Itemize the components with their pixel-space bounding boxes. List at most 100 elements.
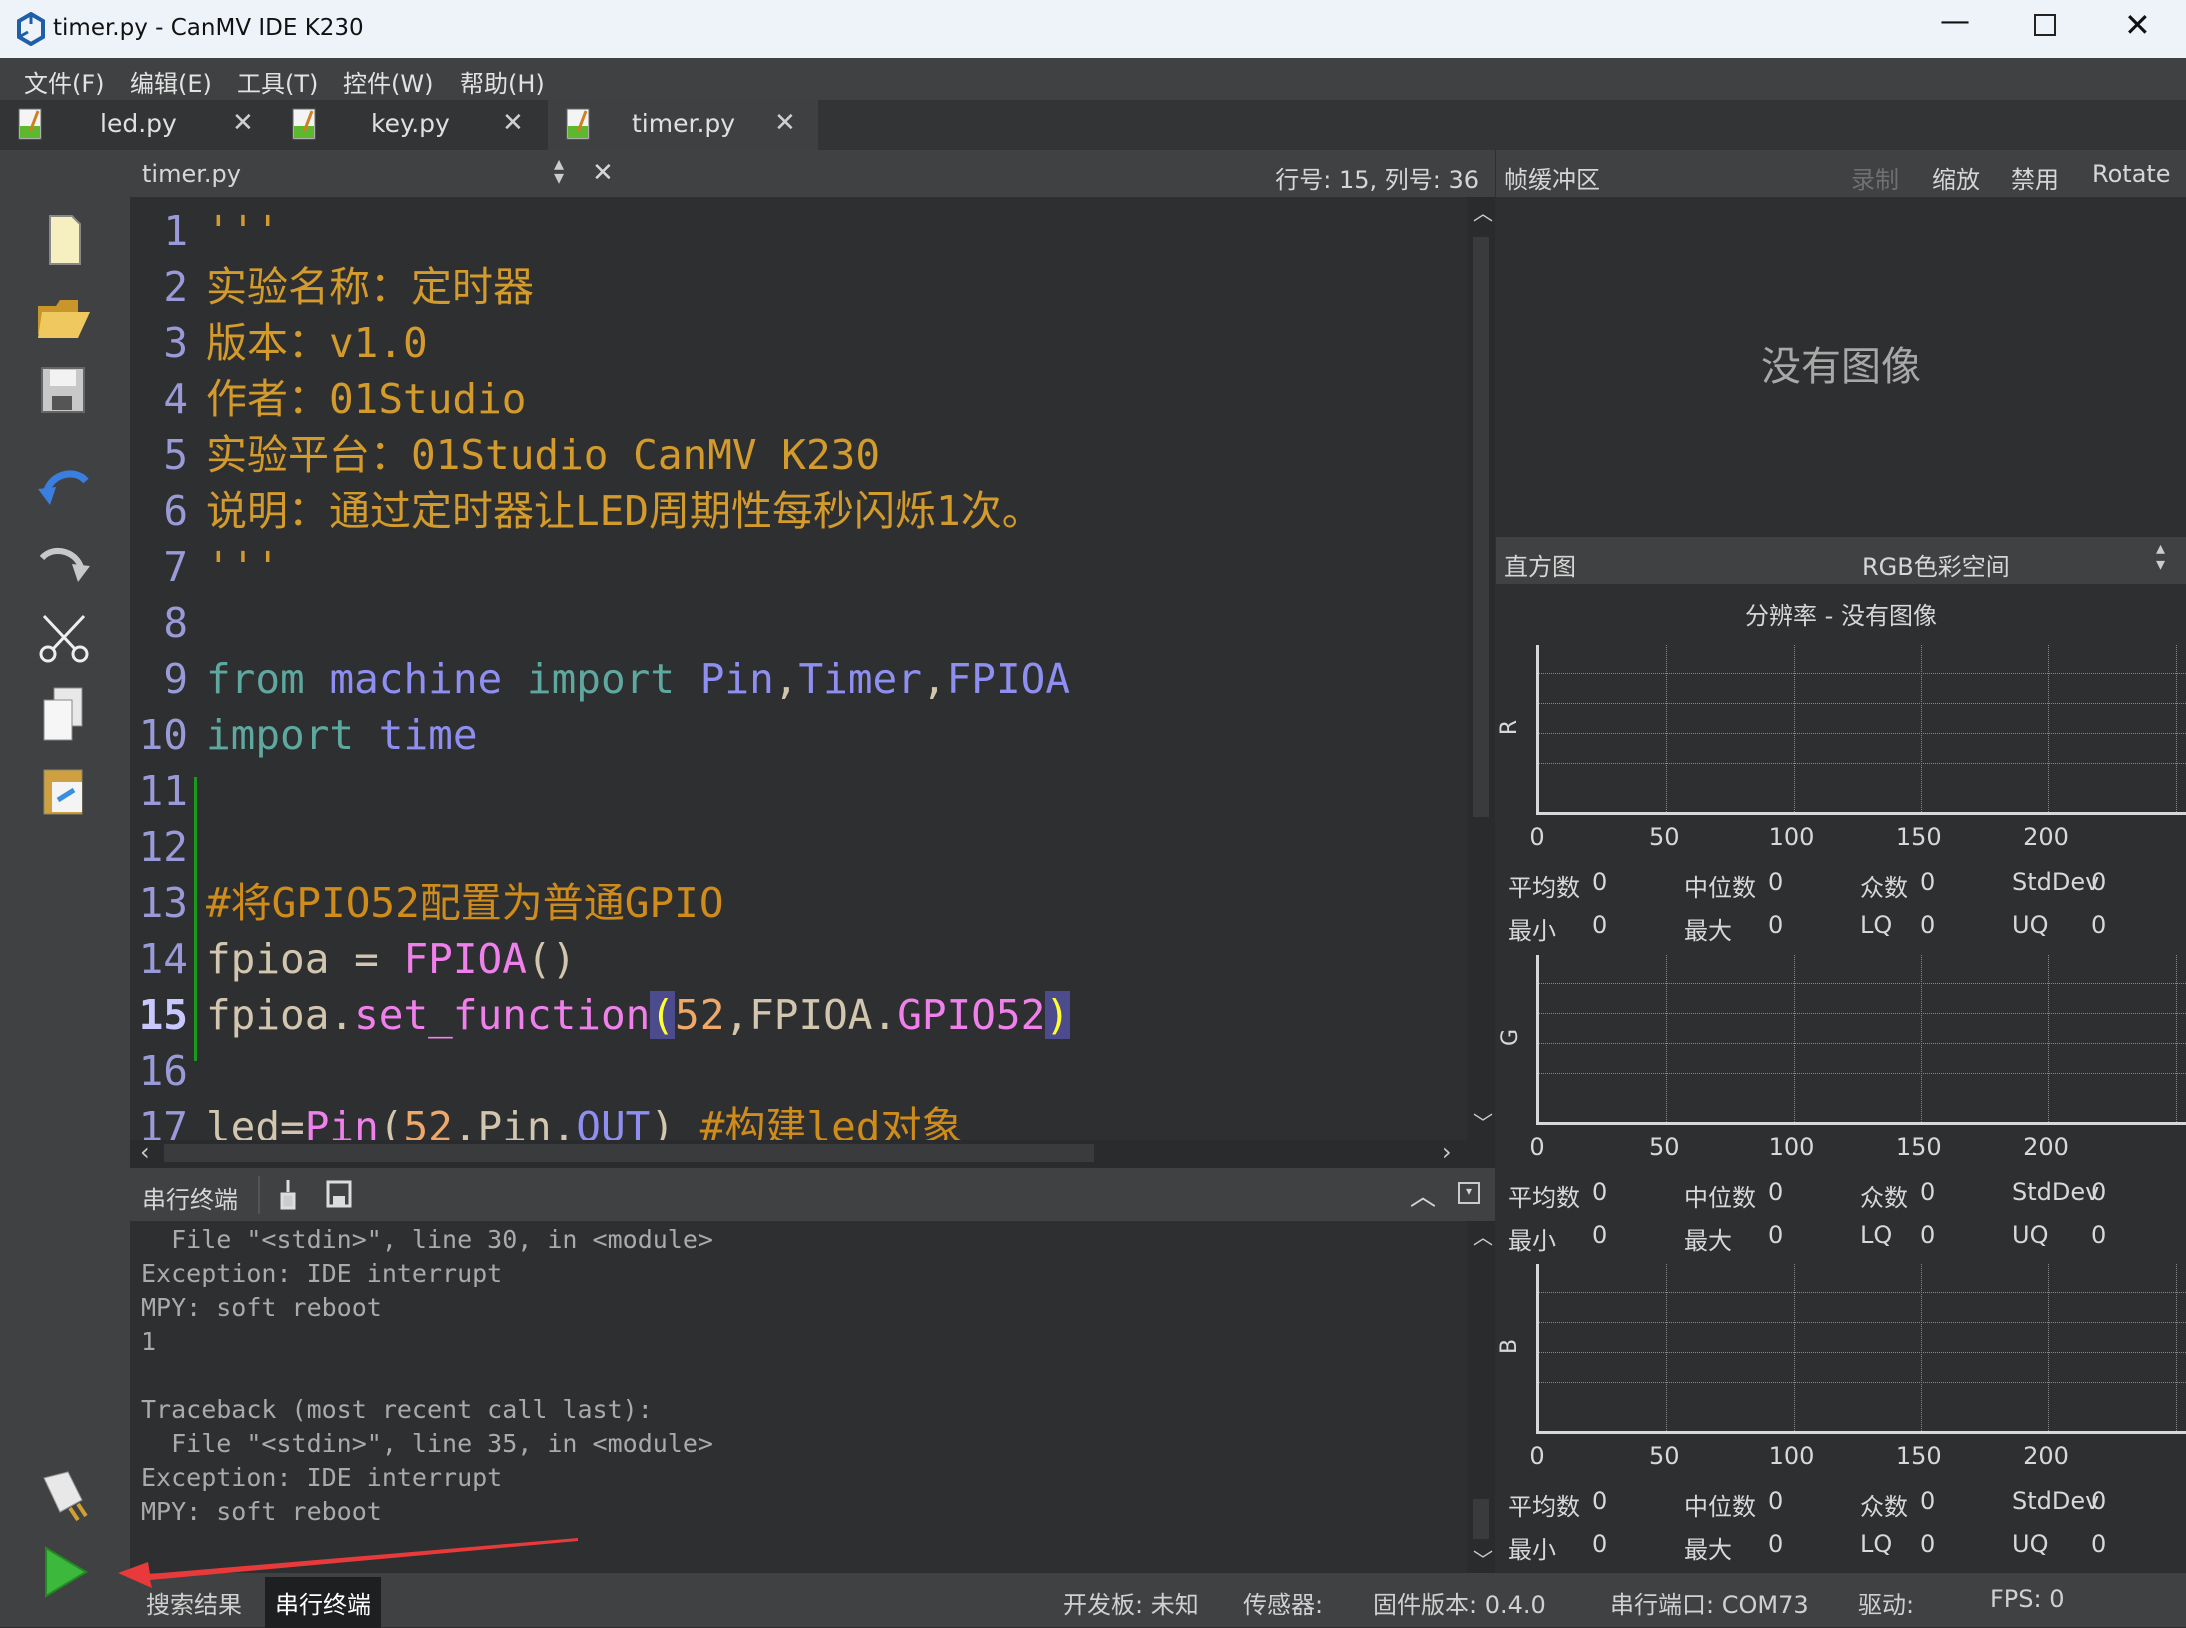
editor-vertical-scrollbar[interactable]: ︿ ﹀ xyxy=(1467,197,1495,1140)
zoom-button[interactable]: 缩放 xyxy=(1932,160,1980,195)
colorspace-select[interactable]: RGB色彩空间 xyxy=(1862,547,2010,582)
code-editor[interactable]: 1 ''' 2 实验名称：定时器 3 版本：v1.0 4 作者：01Studio 5 实验平台：0… xyxy=(130,197,1467,1140)
line-number: 16 xyxy=(138,1047,188,1095)
stat-value: 0 xyxy=(1592,1487,1608,1515)
maximize-pane-icon[interactable]: ︿ xyxy=(1410,1176,1436,1213)
run-icon[interactable] xyxy=(34,1542,94,1602)
stat-value: 0 xyxy=(1768,868,1784,896)
stat-value: 0 xyxy=(1920,911,1936,939)
menu-file[interactable]: 文件(F) xyxy=(24,64,105,99)
file-tabs: led.py ✕ key.py ✕ timer.py ✕ xyxy=(0,100,2186,150)
stat-label: UQ xyxy=(2012,911,2049,939)
line-number: 10 xyxy=(138,711,188,759)
stat-value: 0 xyxy=(2091,1178,2107,1206)
code-line: 2 实验名称：定时器 xyxy=(130,259,1467,315)
menu-help[interactable]: 帮助(H) xyxy=(460,64,545,99)
close-pane-icon[interactable]: ▾ xyxy=(1458,1182,1480,1204)
code-text: fpioa = FPIOA() xyxy=(206,931,576,987)
current-file-selector[interactable]: timer.py xyxy=(142,160,241,188)
paste-icon[interactable] xyxy=(34,760,94,820)
terminal-line: MPY: soft reboot xyxy=(141,1293,382,1322)
scroll-thumb[interactable] xyxy=(1473,237,1489,817)
record-button[interactable]: 录制 xyxy=(1851,160,1899,195)
save-icon[interactable] xyxy=(34,360,94,420)
line-number: 4 xyxy=(163,375,188,423)
save-terminal-icon[interactable] xyxy=(326,1180,352,1208)
tick-label: 150 xyxy=(1895,823,1942,851)
fps-readout: FPS: 0 xyxy=(1990,1585,2065,1613)
undo-icon[interactable] xyxy=(34,455,94,515)
gridline xyxy=(2048,1264,2050,1431)
tab-led[interactable]: led.py ✕ xyxy=(0,100,270,150)
stat-label: 最小 xyxy=(1508,917,1556,945)
rotate-button[interactable]: Rotate xyxy=(2092,160,2171,188)
new-file-icon[interactable] xyxy=(34,210,94,270)
maximize-button[interactable] xyxy=(2034,14,2056,36)
code-text: fpioa.set_function(52,FPIOA.GPIO52) xyxy=(206,987,1070,1043)
code-token: #构建led对象 xyxy=(699,1103,963,1140)
code-token: OUT xyxy=(576,1103,651,1140)
disable-button[interactable]: 禁用 xyxy=(2011,160,2059,195)
gridline xyxy=(1539,703,2186,704)
tab-timer[interactable]: timer.py ✕ xyxy=(548,100,818,150)
editor-horizontal-scrollbar[interactable]: ‹ › xyxy=(130,1138,1495,1168)
stat-label: StdDev xyxy=(2012,1487,2100,1515)
close-button[interactable]: ✕ xyxy=(2124,6,2151,44)
histogram-g xyxy=(1536,955,2186,1125)
board-status: 开发板: 未知 xyxy=(1063,1591,1199,1619)
file-selector-arrows-icon[interactable]: ▴ ▾ xyxy=(554,153,564,187)
gridline xyxy=(2175,955,2177,1122)
line-number: 2 xyxy=(163,263,188,311)
code-line: 15 fpioa.set_function(52,FPIOA.GPIO52) xyxy=(130,987,1467,1043)
menu-tools[interactable]: 工具(T) xyxy=(237,64,318,99)
scroll-thumb[interactable] xyxy=(1473,1499,1489,1539)
menu-widgets[interactable]: 控件(W) xyxy=(343,64,433,99)
code-token: ,FPIOA. xyxy=(724,991,898,1039)
terminal-scrollbar[interactable]: ︿ ﹀ xyxy=(1467,1221,1495,1573)
open-folder-icon[interactable] xyxy=(34,286,94,346)
line-number: 3 xyxy=(163,319,188,367)
redo-icon[interactable] xyxy=(34,532,94,592)
stat-value: 0 xyxy=(1920,1178,1936,1206)
close-tab-icon[interactable]: ✕ xyxy=(232,108,254,138)
code-line: 10 import time xyxy=(130,707,1467,763)
channel-label: B xyxy=(1497,1338,1523,1355)
tab-search-results[interactable]: 搜索结果 xyxy=(146,1585,242,1620)
clear-terminal-icon[interactable] xyxy=(276,1178,306,1210)
code-text: 作者：01Studio xyxy=(206,371,526,427)
code-line: 1 ''' xyxy=(130,203,1467,259)
menu-edit[interactable]: 编辑(E) xyxy=(130,64,212,99)
connect-icon[interactable] xyxy=(34,1464,94,1524)
tab-key[interactable]: key.py ✕ xyxy=(274,100,544,150)
close-tab-icon[interactable]: ✕ xyxy=(774,108,796,138)
histogram-r xyxy=(1536,645,2186,815)
stat-label: 中位数 xyxy=(1684,1493,1756,1521)
framebuffer-title: 帧缓冲区 xyxy=(1504,166,1600,194)
gridline xyxy=(1539,1382,2186,1383)
gridline xyxy=(2175,645,2177,812)
code-text: from machine import Pin,Timer,FPIOA xyxy=(206,651,1070,707)
code-text: import time xyxy=(206,707,478,763)
colorspace-arrows-icon[interactable]: ▴ ▾ xyxy=(2156,540,2165,574)
code-text: 实验平台：01Studio CanMV K230 xyxy=(206,427,880,483)
code-line: 17 led=Pin(52,Pin.OUT) #构建led对象 xyxy=(130,1099,1467,1140)
scroll-thumb[interactable] xyxy=(164,1144,1094,1162)
minimize-button[interactable]: — xyxy=(1940,4,1970,39)
serial-terminal-output[interactable]: File "<stdin>", line 30, in <module> Exce… xyxy=(130,1221,1467,1573)
tick-label: 150 xyxy=(1895,1442,1942,1470)
tab-serial-terminal[interactable]: 串行终端 xyxy=(265,1577,381,1628)
cut-icon[interactable] xyxy=(34,608,94,668)
copy-icon[interactable] xyxy=(34,684,94,744)
tick-label: 50 xyxy=(1648,1442,1680,1470)
close-tab-icon[interactable]: ✕ xyxy=(502,108,524,138)
code-text: #将GPIO52配置为普通GPIO xyxy=(206,875,724,931)
line-number: 9 xyxy=(163,655,188,703)
gridline xyxy=(1793,1264,1795,1431)
code-line: 5 实验平台：01Studio CanMV K230 xyxy=(130,427,1467,483)
close-file-icon[interactable]: ✕ xyxy=(592,158,614,188)
stat-label: 中位数 xyxy=(1684,1184,1756,1212)
line-number: 6 xyxy=(163,487,188,535)
stat-label: UQ xyxy=(2012,1221,2049,1249)
